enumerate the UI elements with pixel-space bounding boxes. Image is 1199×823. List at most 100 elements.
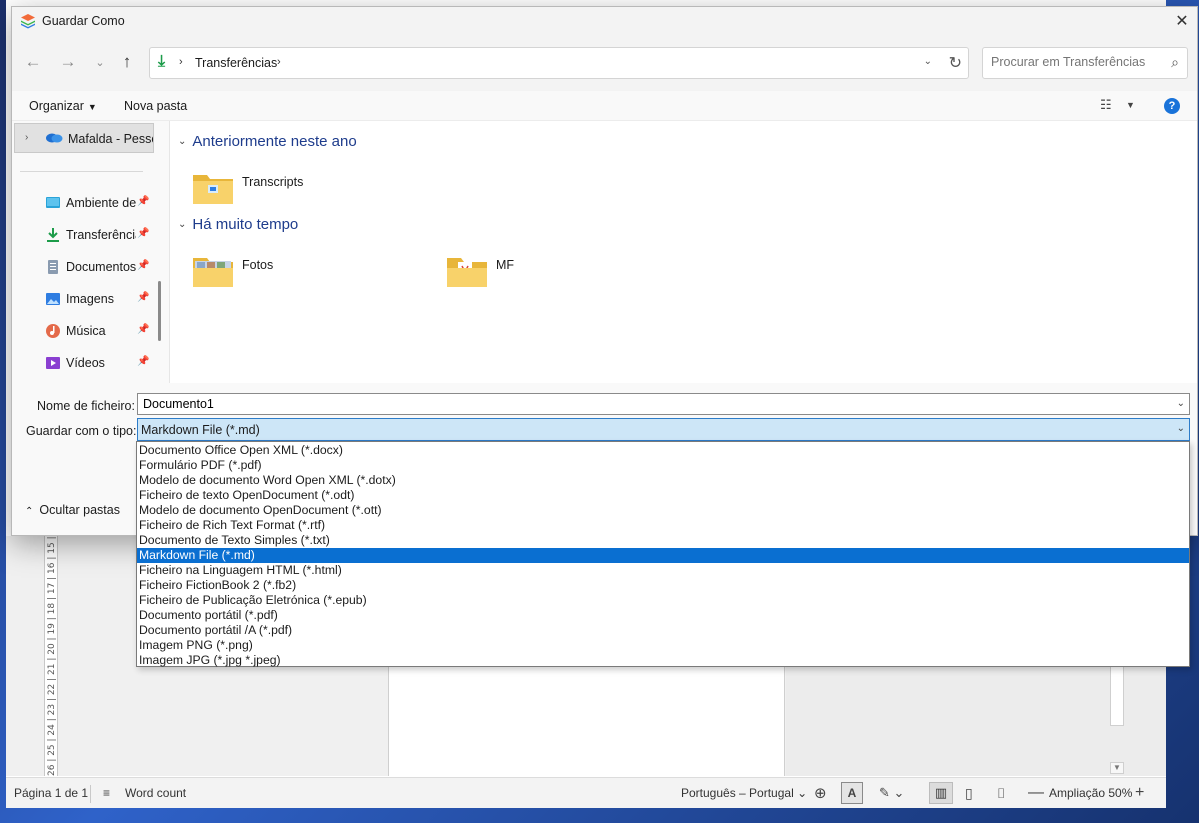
back-arrow-icon[interactable]: ←: [21, 52, 45, 72]
search-input[interactable]: [991, 55, 1161, 69]
folder-icon: [447, 258, 487, 287]
breadcrumb-downloads[interactable]: Transferências: [195, 56, 277, 70]
word-count-icon: ≡: [103, 786, 111, 800]
folder-label: MF: [496, 258, 515, 272]
hide-folders-label: Ocultar pastas: [39, 503, 120, 517]
caret-down-icon: ▼: [87, 102, 97, 112]
chevron-down-icon[interactable]: ⌄: [924, 56, 932, 67]
chevron-right-icon[interactable]: ›: [25, 132, 28, 143]
pin-icon[interactable]: 📌: [137, 292, 149, 303]
pin-icon[interactable]: 📌: [137, 228, 149, 239]
image-icon: [46, 293, 60, 305]
caret-down-icon[interactable]: ▼: [1126, 100, 1135, 110]
scroll-down-icon[interactable]: ▼: [1110, 762, 1124, 774]
dialog-titlebar: Guardar Como ✕: [12, 7, 1197, 37]
page-indicator: Página 1 de 1: [14, 786, 89, 800]
single-page-view-icon[interactable]: ▯: [965, 785, 973, 802]
book-view-icon[interactable]: ⌷: [997, 785, 1005, 802]
sidebar-item-downloads[interactable]: Transferências 📌: [12, 223, 152, 249]
search-box[interactable]: ⌕: [982, 47, 1188, 79]
chevron-right-icon[interactable]: ›: [179, 56, 183, 68]
vertical-scrollbar[interactable]: [1110, 666, 1124, 726]
file-type-option[interactable]: Ficheiro de Rich Text Format (*.rtf): [137, 518, 1189, 533]
file-type-option[interactable]: Ficheiro de Publicação Eletrónica (*.epu…: [137, 593, 1189, 608]
pin-icon[interactable]: 📌: [137, 260, 149, 271]
language-selector[interactable]: Português – Portugal ⌄: [681, 786, 807, 800]
sidebar-item-music[interactable]: Música 📌: [12, 319, 152, 345]
download-icon: [47, 228, 59, 242]
word-count[interactable]: Word count: [125, 786, 186, 800]
up-arrow-icon[interactable]: ↑: [115, 52, 139, 72]
file-type-option[interactable]: Ficheiro de texto OpenDocument (*.odt): [137, 488, 1189, 503]
close-icon[interactable]: ✕: [1167, 7, 1197, 37]
file-type-option[interactable]: Ficheiro FictionBook 2 (*.fb2): [137, 578, 1189, 593]
group-title: Há muito tempo: [192, 216, 299, 233]
file-type-option[interactable]: Documento portátil (*.pdf): [137, 608, 1189, 623]
sidebar-item-documents[interactable]: Documentos 📌: [12, 255, 152, 281]
pin-icon[interactable]: 📌: [137, 324, 149, 335]
chevron-down-icon: ⌄: [178, 136, 187, 147]
cloud-icon: [46, 133, 63, 143]
file-type-option[interactable]: Documento portátil /A (*.pdf): [137, 623, 1189, 638]
file-type-option[interactable]: Imagem PNG (*.png): [137, 638, 1189, 653]
zoom-level: Ampliação 50%: [1049, 786, 1133, 800]
chevron-up-icon: ⌃: [25, 506, 34, 517]
sidebar-scrollbar[interactable]: [158, 281, 161, 341]
help-icon[interactable]: ?: [1164, 98, 1180, 114]
filename-field[interactable]: ⌄: [137, 393, 1190, 415]
sidebar-item-label: Música: [66, 324, 106, 338]
edit-mode-icon[interactable]: ✎ ⌄: [879, 785, 904, 801]
search-icon[interactable]: ⌕: [1171, 54, 1179, 71]
file-type-dropdown-list[interactable]: Documento Office Open XML (*.docx) Formul…: [136, 441, 1190, 667]
file-type-option[interactable]: Documento Office Open XML (*.docx): [137, 443, 1189, 458]
group-header[interactable]: ⌄ Há muito tempo: [178, 216, 298, 233]
multi-page-view-icon[interactable]: ▥: [929, 782, 953, 804]
sidebar-item-onedrive[interactable]: › Mafalda - Pessoal: [14, 123, 154, 153]
folder-icon: [193, 175, 233, 204]
file-type-option[interactable]: Documento de Texto Simples (*.txt): [137, 533, 1189, 548]
zoom-in-icon[interactable]: +: [1135, 784, 1144, 802]
sidebar-item-desktop[interactable]: Ambiente de trabalho 📌: [12, 191, 152, 217]
status-bar: Página 1 de 1 ≡ Word count Português – P…: [6, 777, 1166, 808]
sidebar-item-label: Vídeos: [66, 356, 105, 370]
refresh-icon[interactable]: ↻: [949, 53, 962, 73]
chevron-right-icon[interactable]: ›: [277, 56, 281, 68]
document-page[interactable]: [388, 666, 785, 776]
folder-label: Transcripts: [242, 175, 304, 189]
chevron-down-icon[interactable]: ⌄: [1177, 423, 1185, 434]
zoom-out-icon[interactable]: —: [1028, 784, 1044, 802]
globe-icon[interactable]: ⊕: [814, 784, 827, 802]
group-header[interactable]: ⌄ Anteriormente neste ano: [178, 133, 357, 150]
sidebar-item-label: Mafalda - Pessoal: [68, 132, 153, 146]
filename-input[interactable]: [143, 397, 1143, 411]
spellcheck-icon[interactable]: A: [841, 782, 863, 804]
recent-locations-icon[interactable]: ⌄: [88, 56, 112, 69]
view-options-icon[interactable]: ☷: [1100, 97, 1112, 113]
dialog-title: Guardar Como: [42, 14, 125, 28]
organize-button[interactable]: Organizar ▼: [29, 99, 97, 113]
folder-item[interactable]: Fotos: [192, 254, 392, 294]
file-type-option[interactable]: Markdown File (*.md): [137, 548, 1189, 563]
file-type-option[interactable]: Modelo de documento Word Open XML (*.dot…: [137, 473, 1189, 488]
file-type-option[interactable]: Imagem JPG (*.jpg *.jpeg): [137, 653, 1189, 668]
navigation-pane: › Mafalda - Pessoal Ambiente de trabalho…: [12, 121, 165, 383]
file-type-option[interactable]: Modelo de documento OpenDocument (*.ott): [137, 503, 1189, 518]
sidebar-item-label: Documentos: [66, 260, 136, 274]
chevron-down-icon: ⌄: [178, 219, 187, 230]
folder-item[interactable]: Transcripts: [192, 171, 392, 211]
video-icon: [46, 357, 60, 369]
chevron-down-icon[interactable]: ⌄: [1177, 398, 1185, 409]
sidebar-item-videos[interactable]: Vídeos 📌: [12, 351, 152, 377]
new-folder-button[interactable]: Nova pasta: [124, 99, 187, 113]
app-logo-icon: [21, 14, 35, 29]
sidebar-item-pictures[interactable]: Imagens 📌: [12, 287, 152, 313]
forward-arrow-icon[interactable]: →: [56, 52, 80, 72]
address-bar[interactable]: ⤓ › Transferências › ⌄ ↻: [149, 47, 969, 79]
folder-item[interactable]: MF: [446, 254, 646, 294]
hide-folders-button[interactable]: ⌃ Ocultar pastas: [25, 503, 120, 517]
file-type-option[interactable]: Formulário PDF (*.pdf): [137, 458, 1189, 473]
pin-icon[interactable]: 📌: [137, 196, 149, 207]
file-type-select[interactable]: Markdown File (*.md) ⌄: [137, 418, 1190, 441]
pin-icon[interactable]: 📌: [137, 356, 149, 367]
file-type-option[interactable]: Ficheiro na Linguagem HTML (*.html): [137, 563, 1189, 578]
